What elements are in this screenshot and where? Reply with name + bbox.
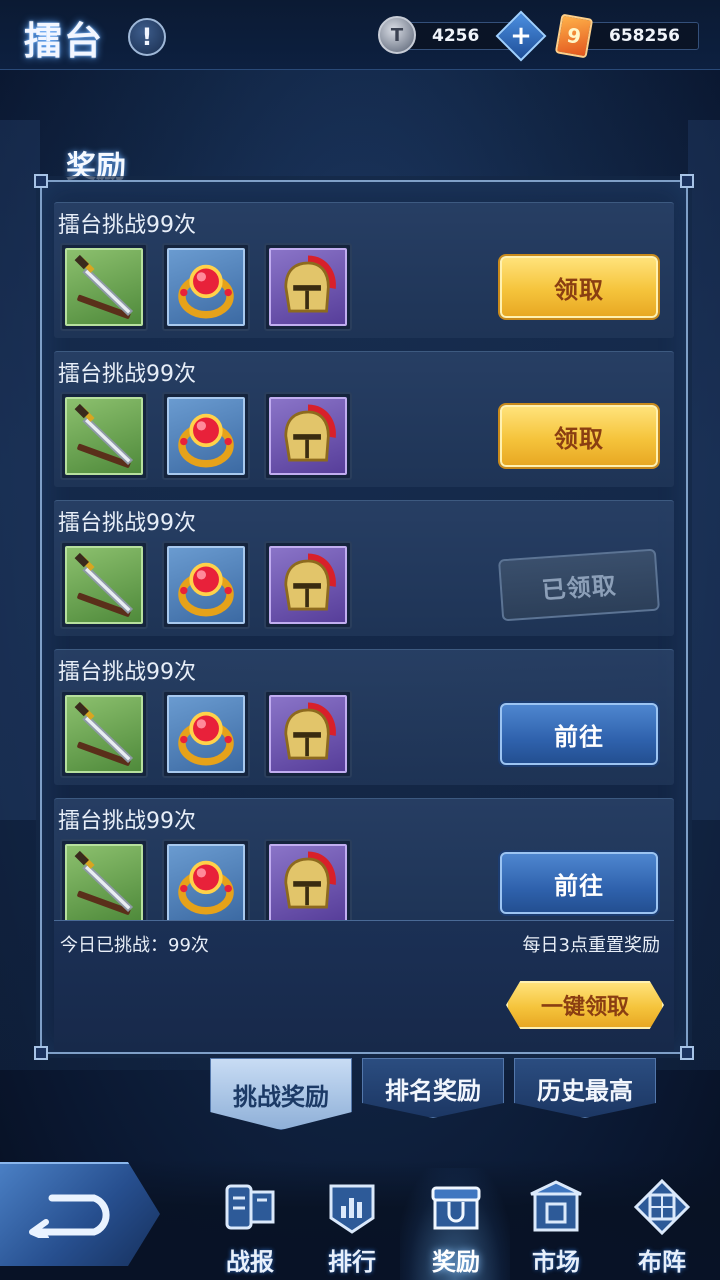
reward-item-slot[interactable] bbox=[264, 541, 352, 629]
ruby-ring-icon bbox=[167, 844, 245, 920]
claim-button[interactable]: 领取 bbox=[500, 405, 658, 467]
sword-icon bbox=[65, 695, 143, 773]
reward-item-slot[interactable] bbox=[162, 541, 250, 629]
top-bar: 擂台 ! 4256 T + 658256 9 bbox=[0, 0, 720, 70]
add-currency-button[interactable]: + bbox=[495, 10, 547, 62]
reward-item-slot[interactable] bbox=[60, 392, 148, 480]
nav-market[interactable]: 市场 bbox=[506, 1178, 606, 1278]
reward-item-slot[interactable] bbox=[162, 392, 250, 480]
helmet-icon bbox=[269, 397, 347, 475]
helmet-icon bbox=[269, 844, 347, 920]
back-arrow-icon bbox=[29, 1194, 110, 1238]
nav-label: 奖励 bbox=[432, 1248, 480, 1276]
tab-challenge-rewards[interactable]: 挑战奖励 bbox=[210, 1058, 352, 1130]
nav-label: 市场 bbox=[532, 1248, 580, 1276]
reward-row-title: 擂台挑战99次 bbox=[58, 809, 196, 834]
reward-row-title: 擂台挑战99次 bbox=[58, 511, 196, 536]
nav-label: 战报 bbox=[226, 1248, 274, 1276]
sword-icon bbox=[65, 844, 143, 920]
reward-item-slot[interactable] bbox=[60, 839, 148, 920]
coin-glyph: T bbox=[390, 24, 404, 46]
reward-row: 擂台挑战99次前往 bbox=[54, 798, 674, 920]
reward-row-title: 擂台挑战99次 bbox=[58, 362, 196, 387]
helmet-icon bbox=[269, 695, 347, 773]
helmet-icon bbox=[269, 546, 347, 624]
reward-row-title: 擂台挑战99次 bbox=[58, 660, 196, 685]
panel-footer: 今日已挑战：99次 每日3点重置奖励 一键领取 bbox=[54, 920, 674, 1050]
market-icon bbox=[530, 1180, 582, 1232]
ranking-icon bbox=[329, 1184, 375, 1234]
nav-reward[interactable]: 奖励 bbox=[406, 1178, 506, 1278]
coin-icon: T bbox=[378, 16, 416, 54]
nav-formation[interactable]: 布阵 bbox=[612, 1178, 712, 1278]
info-icon: ! bbox=[141, 23, 153, 51]
nav-battle-report[interactable]: 战报 bbox=[200, 1178, 300, 1278]
sword-icon bbox=[65, 248, 143, 326]
reward-item-slot[interactable] bbox=[162, 690, 250, 778]
ruby-ring-icon bbox=[167, 397, 245, 475]
reward-row: 擂台挑战99次前往 bbox=[54, 649, 674, 785]
ruby-ring-icon bbox=[167, 695, 245, 773]
sword-icon bbox=[65, 546, 143, 624]
reward-row: 擂台挑战99次领取 bbox=[54, 351, 674, 487]
nav-label: 排行 bbox=[328, 1248, 376, 1276]
reward-row: 擂台挑战99次领取 bbox=[54, 202, 674, 338]
currency-ticket-value: 658256 bbox=[609, 26, 680, 46]
reward-item-slot[interactable] bbox=[60, 690, 148, 778]
panel-corner-ornament bbox=[680, 174, 694, 188]
nav-ranking[interactable]: 排行 bbox=[302, 1178, 402, 1278]
reward-item-slot[interactable] bbox=[162, 243, 250, 331]
ruby-ring-icon bbox=[167, 546, 245, 624]
nav-label: 布阵 bbox=[638, 1248, 686, 1276]
reward-list[interactable]: 擂台挑战99次 领取 擂台挑战99次 领取 擂台挑战99次 已领取 擂台挑战99次 前往 擂台挑… bbox=[54, 202, 674, 920]
reward-row: 擂台挑战99次已领取 bbox=[54, 500, 674, 636]
panel-corner-ornament bbox=[34, 1046, 48, 1060]
reward-panel: 擂台挑战99次 领取 擂台挑战99次 领取 擂台挑战99次 已领取 擂台挑战99次 前往 擂台挑… bbox=[34, 174, 694, 1060]
reward-item-slot[interactable] bbox=[264, 839, 352, 920]
sword-icon bbox=[65, 397, 143, 475]
ruby-ring-icon bbox=[167, 248, 245, 326]
claim-all-button[interactable]: 一键领取 bbox=[506, 981, 664, 1029]
battle-report-icon bbox=[225, 1184, 275, 1230]
page-title: 擂台 bbox=[24, 19, 105, 63]
claimed-badge: 已领取 bbox=[498, 548, 660, 622]
background-pillar-left bbox=[0, 120, 40, 820]
plus-icon: + bbox=[510, 21, 532, 51]
reward-chest-icon bbox=[431, 1186, 481, 1230]
background-pillar-right bbox=[688, 120, 720, 820]
reward-row-title: 擂台挑战99次 bbox=[58, 213, 196, 238]
currency-silver-value: 4256 bbox=[432, 26, 480, 46]
panel-corner-ornament bbox=[680, 1046, 694, 1060]
reward-item-slot[interactable] bbox=[60, 541, 148, 629]
reward-item-slot[interactable] bbox=[264, 392, 352, 480]
panel-corner-ornament bbox=[34, 174, 48, 188]
goto-button[interactable]: 前往 bbox=[500, 852, 658, 914]
reward-item-slot[interactable] bbox=[264, 243, 352, 331]
claim-button[interactable]: 领取 bbox=[500, 256, 658, 318]
challenge-count-text: 今日已挑战：99次 bbox=[60, 935, 209, 956]
goto-button[interactable]: 前往 bbox=[500, 703, 658, 765]
reward-item-slot[interactable] bbox=[60, 243, 148, 331]
reward-item-slot[interactable] bbox=[162, 839, 250, 920]
reset-info-text: 每日3点重置奖励 bbox=[522, 935, 660, 956]
info-button[interactable]: ! bbox=[128, 18, 166, 56]
reward-item-slot[interactable] bbox=[264, 690, 352, 778]
ticket-glyph: 9 bbox=[565, 22, 583, 50]
tab-rank-rewards[interactable]: 排名奖励 bbox=[362, 1058, 504, 1118]
helmet-icon bbox=[269, 248, 347, 326]
ticket-icon: 9 bbox=[554, 13, 594, 59]
formation-icon bbox=[633, 1178, 691, 1236]
tab-history-best[interactable]: 历史最高 bbox=[514, 1058, 656, 1118]
